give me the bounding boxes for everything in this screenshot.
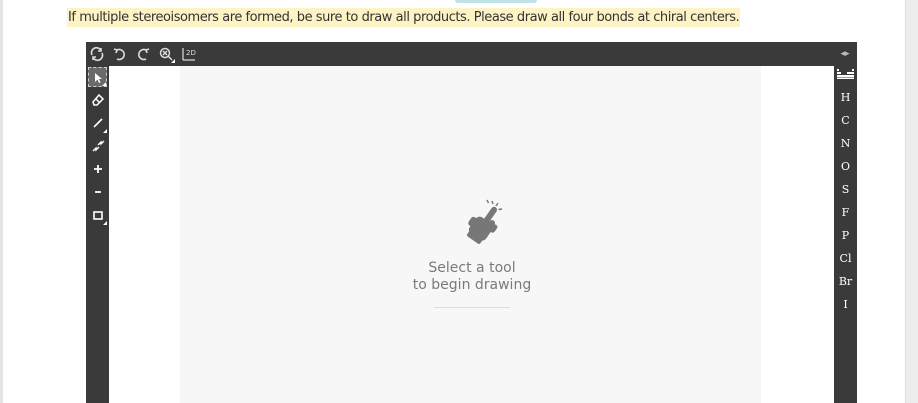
expand-panel-icon[interactable]: ◂▸: [836, 46, 854, 60]
chemical-drawing-editor: 2D ◂▸ Select a tool to begin drawing H C…: [86, 42, 857, 403]
canvas-drawing-area[interactable]: Select a tool to begin drawing: [180, 66, 761, 403]
eraser-icon[interactable]: [88, 90, 107, 110]
redo-icon[interactable]: [134, 45, 152, 63]
element-H-button[interactable]: H: [834, 88, 857, 108]
chain-icon[interactable]: [88, 136, 107, 156]
right-toolbar: H C N O S F P Cl Br I: [834, 66, 857, 403]
undo-icon[interactable]: [111, 45, 129, 63]
drawing-canvas[interactable]: Select a tool to begin drawing: [109, 66, 834, 403]
select-dropdown-corner: [102, 82, 106, 86]
template-dropdown-corner: [103, 221, 107, 225]
charge-minus-icon[interactable]: [88, 182, 107, 202]
pointing-hand-icon: [459, 197, 505, 249]
select-icon[interactable]: [88, 67, 107, 87]
question-instruction: If multiple stereoisomers are formed, be…: [67, 8, 741, 27]
canvas-hint-line1: Select a tool: [428, 260, 516, 276]
bond-icon[interactable]: [88, 113, 107, 133]
canvas-hint: Select a tool to begin drawing: [380, 260, 564, 294]
page-left-edge: [0, 0, 3, 403]
element-Br-button[interactable]: Br: [834, 272, 857, 292]
top-toolbar: 2D ◂▸: [86, 42, 857, 66]
clean-2d-icon[interactable]: 2D: [180, 45, 198, 63]
charge-plus-icon[interactable]: [88, 159, 107, 179]
bond-dropdown-corner: [103, 129, 107, 133]
zoom-icon[interactable]: [157, 45, 175, 63]
element-S-button[interactable]: S: [834, 180, 857, 200]
element-I-button[interactable]: I: [834, 295, 857, 315]
element-O-button[interactable]: O: [834, 157, 857, 177]
template-icon[interactable]: [88, 205, 107, 225]
reset-icon[interactable]: [88, 45, 106, 63]
element-C-button[interactable]: C: [834, 111, 857, 131]
periodic-table-icon[interactable]: [837, 69, 854, 79]
top-accent-tab: [455, 0, 537, 3]
zoom-dropdown-corner: [171, 59, 175, 63]
svg-text:2D: 2D: [186, 49, 196, 57]
left-toolbar: [86, 66, 109, 403]
canvas-hint-line2: to begin drawing: [412, 277, 532, 293]
element-Cl-button[interactable]: Cl: [834, 249, 857, 269]
hint-divider: [434, 307, 510, 308]
page-scrollbar-track[interactable]: [905, 0, 918, 403]
element-F-button[interactable]: F: [834, 203, 857, 223]
element-P-button[interactable]: P: [834, 226, 857, 246]
element-N-button[interactable]: N: [834, 134, 857, 154]
